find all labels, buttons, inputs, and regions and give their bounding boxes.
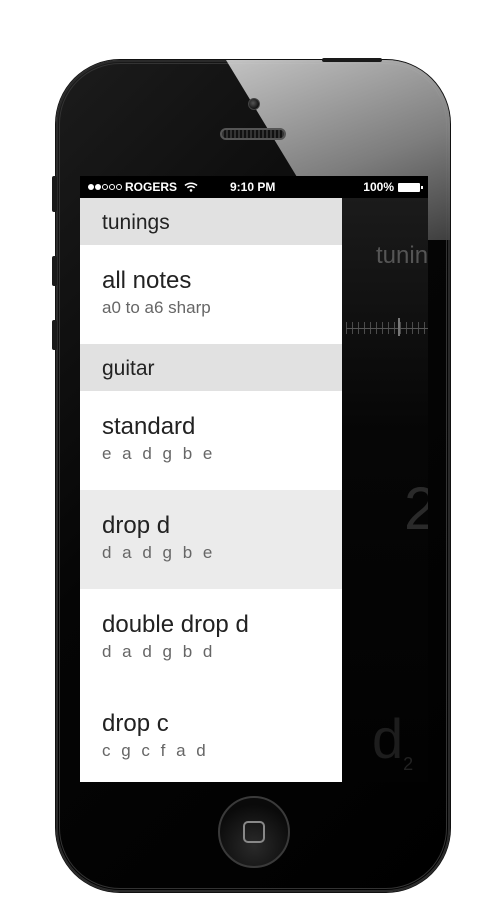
tuner-needle — [398, 318, 400, 336]
tuning-item-drop-c[interactable]: drop c c g c f a d — [80, 688, 342, 782]
volume-down-button — [52, 320, 57, 350]
tuning-name: double drop d — [102, 611, 249, 638]
tuning-notes: e a d g b e — [102, 444, 216, 463]
tuning-item-all-notes[interactable]: all notes a0 to a6 sharp — [80, 245, 342, 344]
sleep-button — [322, 58, 382, 62]
tuning-notes: d a d g b e — [102, 543, 216, 562]
signal-dot-filled — [88, 184, 94, 190]
tuning-notes: a0 to a6 sharp — [102, 298, 211, 317]
clock: 9:10 PM — [230, 180, 276, 194]
tuner-view: tunin 2 d2 — [342, 198, 428, 782]
section-header-tunings: tunings — [80, 198, 342, 245]
speaker-grille-icon — [220, 128, 286, 140]
stage: ROGERS 9:10 PM 100% tunin 2 d2 tunings a… — [0, 0, 500, 919]
wifi-icon — [184, 182, 198, 192]
tuning-item-double-drop-d[interactable]: double drop d d a d g b d — [80, 589, 342, 688]
battery-icon — [398, 182, 423, 192]
signal-dot-empty — [102, 184, 108, 190]
tuning-item-standard[interactable]: standard e a d g b e — [80, 391, 342, 490]
tuning-name: drop c — [102, 710, 169, 737]
signal-dot-empty — [109, 184, 115, 190]
tuner-title: tunin — [376, 242, 428, 269]
volume-up-button — [52, 256, 57, 286]
signal-dot-filled — [95, 184, 101, 190]
battery-group: 100% — [363, 180, 423, 194]
tuning-item-drop-d[interactable]: drop d d a d g b e — [80, 490, 342, 589]
tunings-panel: tunings all notes a0 to a6 sharp guitar … — [80, 198, 342, 782]
status-bar: ROGERS 9:10 PM 100% — [80, 176, 428, 198]
tuning-name: all notes — [102, 267, 192, 294]
tuner-scale-baseline — [346, 328, 428, 329]
tuning-notes: d a d g b d — [102, 642, 216, 661]
signal-strength-icon — [88, 184, 122, 190]
carrier-group: ROGERS — [88, 180, 198, 194]
tuner-note-letter: d — [372, 707, 404, 770]
tuning-name: standard — [102, 413, 196, 440]
tuning-name: drop d — [102, 512, 171, 539]
carrier-label: ROGERS — [125, 180, 178, 194]
tuner-big-digit: 2 — [404, 475, 428, 542]
tuner-note-octave: 2 — [403, 754, 414, 775]
home-button-icon — [243, 821, 265, 843]
tuner-note: d2 — [372, 706, 413, 775]
camera-icon — [248, 98, 260, 110]
section-header-guitar: guitar — [80, 344, 342, 391]
signal-dot-empty — [116, 184, 122, 190]
tuning-notes: c g c f a d — [102, 741, 209, 760]
mute-switch — [52, 176, 57, 212]
battery-percentage: 100% — [363, 180, 394, 194]
